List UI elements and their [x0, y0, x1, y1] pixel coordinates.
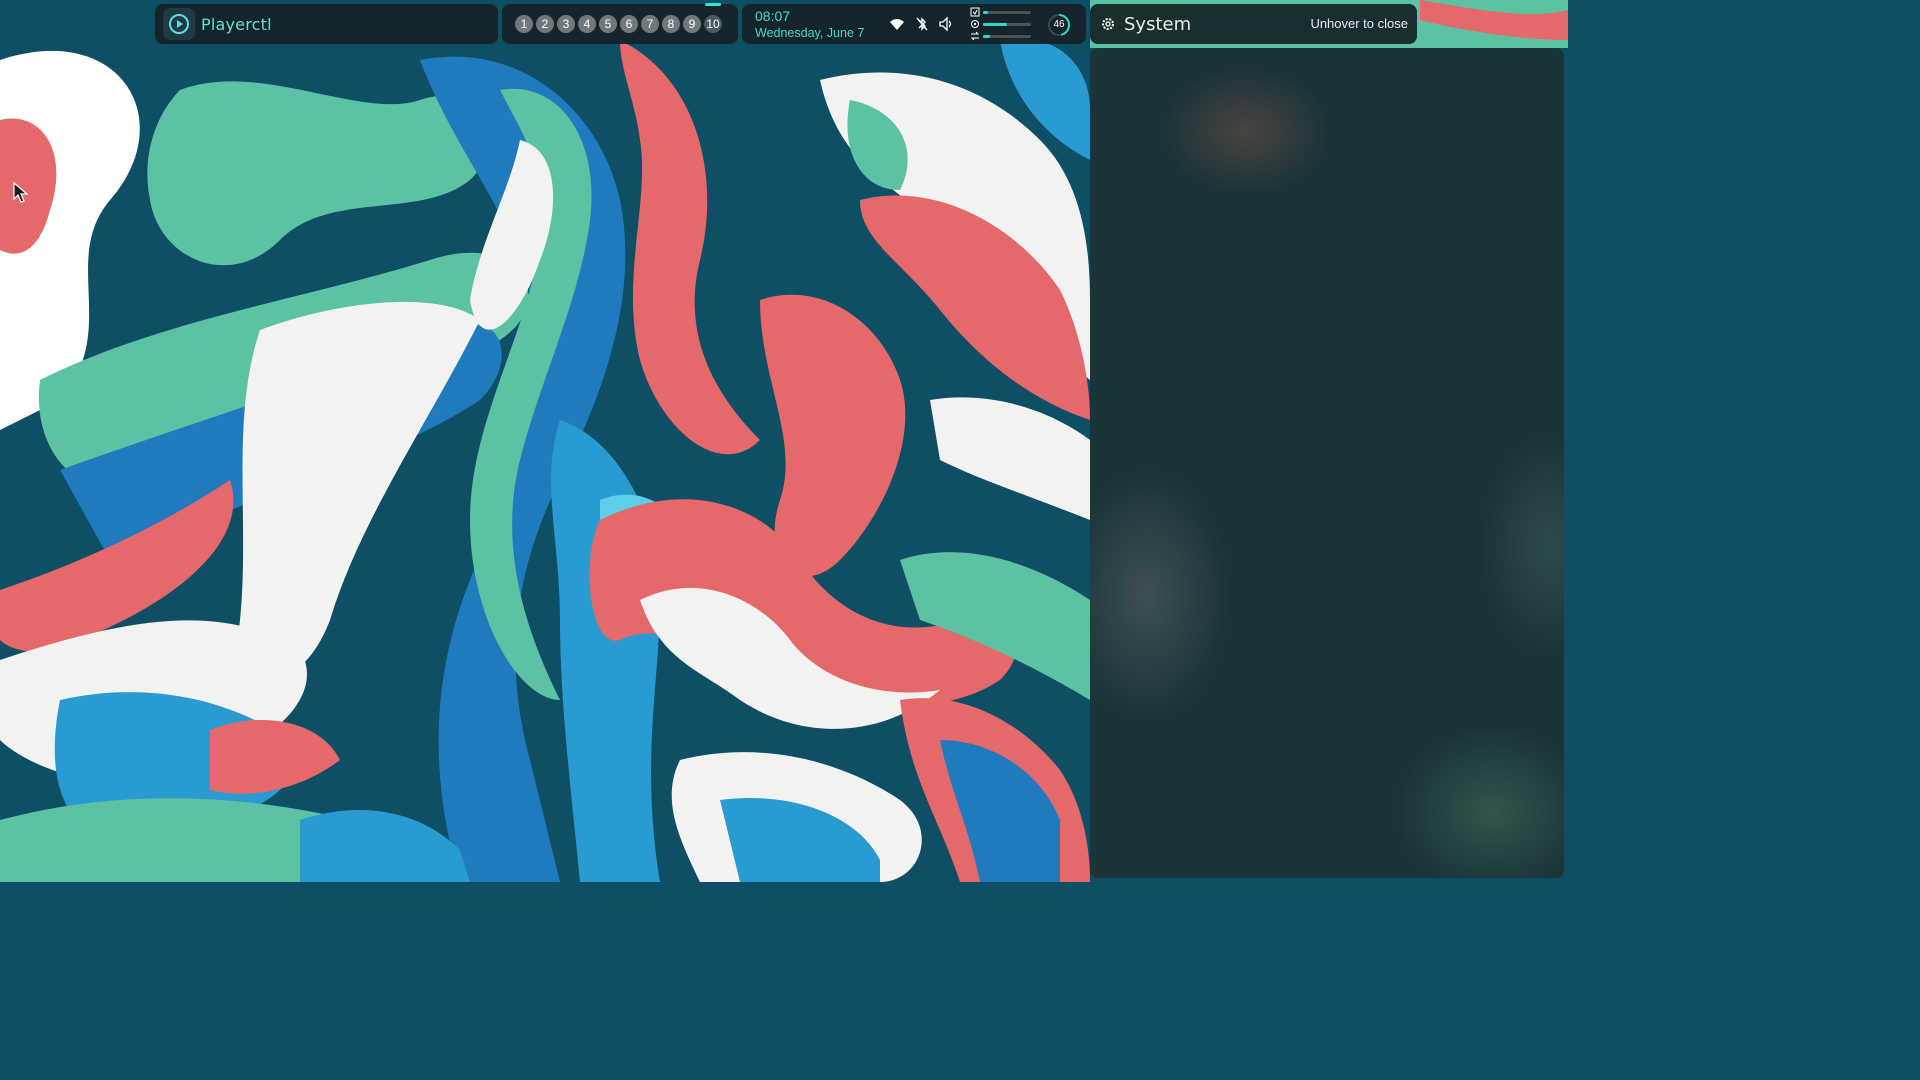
swap-icon: [970, 31, 980, 41]
workspace-switcher: 1 2 3 4 5 6 7 8 9 10: [502, 3, 738, 44]
battery-indicator[interactable]: 46: [1047, 13, 1071, 37]
clock-time: 08:07: [755, 8, 791, 24]
swap-meter: [970, 31, 1038, 41]
workspace-button-9[interactable]: 9: [683, 15, 701, 33]
mouse-cursor-icon: [13, 182, 29, 203]
system-panel-header[interactable]: System Unhover to close: [1090, 4, 1417, 44]
play-circle-icon[interactable]: [163, 8, 195, 40]
clipboard-meter-track: [983, 10, 1031, 14]
system-panel[interactable]: [1090, 48, 1564, 878]
media-widget[interactable]: Playerctl: [155, 4, 498, 44]
clock-date: Wednesday, June 7: [755, 26, 865, 40]
wifi-icon[interactable]: [889, 16, 905, 32]
volume-icon[interactable]: [938, 16, 954, 32]
cpu-meter-track: [983, 22, 1031, 26]
battery-percent: 46: [1053, 19, 1065, 30]
bluetooth-off-icon[interactable]: [914, 16, 930, 32]
status-widget[interactable]: 08:07 Wednesday, June 7 46: [742, 4, 1086, 44]
workspace-button-3[interactable]: 3: [557, 15, 575, 33]
cpu-meter: [970, 19, 1038, 29]
workspace-button-6[interactable]: 6: [620, 15, 638, 33]
workspace-button-4[interactable]: 4: [578, 15, 596, 33]
unhover-hint: Unhover to close: [1310, 16, 1408, 31]
media-player-label: Playerctl: [201, 14, 272, 34]
workspace-button-7[interactable]: 7: [641, 15, 659, 33]
workspace-button-10[interactable]: 10: [704, 3, 722, 33]
gear-icon: [1102, 18, 1114, 30]
system-title: System: [1124, 13, 1192, 35]
clipboard-meter-fill: [983, 10, 988, 14]
workspace-button-5[interactable]: 5: [599, 15, 617, 33]
clipboard-meter: [970, 7, 1038, 17]
workspace-button-1[interactable]: 1: [515, 15, 533, 33]
cpu-icon: [971, 20, 979, 28]
swap-meter-track: [983, 34, 1031, 38]
cpu-meter-fill: [983, 22, 1007, 26]
swap-meter-fill: [983, 34, 991, 38]
clipboard-icon: [970, 7, 980, 17]
workspace-button-2[interactable]: 2: [536, 15, 554, 33]
workspace-button-8[interactable]: 8: [662, 15, 680, 33]
